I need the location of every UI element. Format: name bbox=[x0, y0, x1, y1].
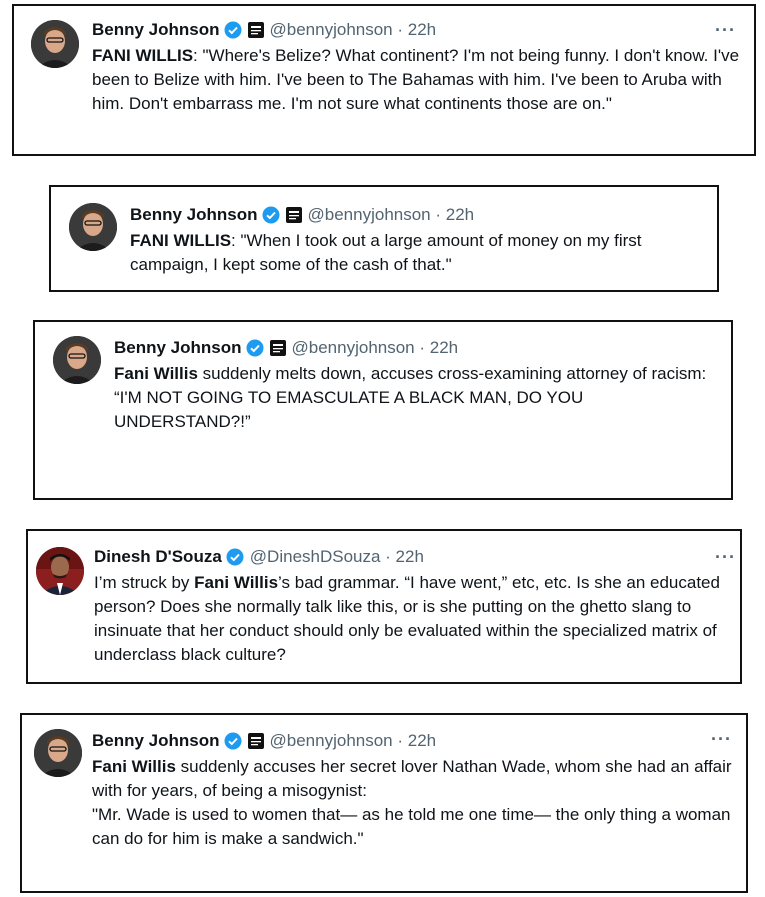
handle-and-time[interactable]: @bennyjohnson · 22h bbox=[270, 20, 437, 40]
tweet-card[interactable]: Benny Johnson @bennyjohnson · 22h Fani W… bbox=[20, 713, 748, 893]
handle-and-time[interactable]: @bennyjohnson · 22h bbox=[308, 205, 475, 225]
verified-badge-icon bbox=[226, 548, 244, 566]
more-options-button[interactable]: ··· bbox=[711, 729, 732, 750]
mention-bold: Fani Willis bbox=[114, 364, 198, 383]
tweet-header: Benny Johnson @bennyjohnson · 22h bbox=[92, 729, 740, 753]
affiliation-badge-icon bbox=[285, 207, 302, 223]
mention-bold: FANI WILLIS bbox=[92, 46, 194, 65]
mention-bold: Fani Willis bbox=[92, 757, 176, 776]
affiliation-badge-icon bbox=[247, 733, 264, 749]
verified-badge-icon bbox=[246, 339, 264, 357]
avatar[interactable] bbox=[31, 20, 79, 68]
verified-badge-icon bbox=[224, 732, 242, 750]
author-name[interactable]: Benny Johnson bbox=[114, 338, 242, 358]
tweet-text: Fani Willis suddenly accuses her secret … bbox=[92, 755, 740, 851]
tweet-header: Benny Johnson @bennyjohnson · 22h bbox=[130, 203, 710, 227]
avatar[interactable] bbox=[34, 729, 82, 777]
tweet-header: Benny Johnson @bennyjohnson · 22h bbox=[92, 18, 740, 42]
more-options-button[interactable]: ··· bbox=[715, 20, 736, 41]
handle-and-time[interactable]: @bennyjohnson · 22h bbox=[270, 731, 437, 751]
affiliation-badge-icon bbox=[247, 22, 264, 38]
tweet-text: Fani Willis suddenly melts down, accuses… bbox=[114, 362, 724, 434]
author-name[interactable]: Benny Johnson bbox=[92, 20, 220, 40]
author-name[interactable]: Dinesh D'Souza bbox=[94, 547, 222, 567]
tweet-card[interactable]: Dinesh D'Souza @DineshDSouza · 22h I’m s… bbox=[26, 529, 742, 684]
tweet-header: Dinesh D'Souza @DineshDSouza · 22h bbox=[94, 545, 734, 569]
mention-bold: FANI WILLIS bbox=[130, 231, 232, 250]
handle-and-time[interactable]: @DineshDSouza · 22h bbox=[250, 547, 424, 567]
quote-text: “I'M NOT GOING TO EMASCULATE A BLACK MAN… bbox=[114, 388, 584, 431]
more-options-button[interactable]: ··· bbox=[715, 547, 736, 568]
tweet-text: I’m struck by Fani Willis’s bad grammar.… bbox=[94, 573, 720, 664]
tweet-card[interactable]: Benny Johnson @bennyjohnson · 22h FANI W… bbox=[49, 185, 719, 292]
mention-bold: Fani Willis bbox=[194, 573, 279, 592]
tweet-text: FANI WILLIS: "When I took out a large am… bbox=[130, 231, 642, 274]
avatar[interactable] bbox=[53, 336, 101, 384]
author-name[interactable]: Benny Johnson bbox=[130, 205, 258, 225]
tweet-card[interactable]: Benny Johnson @bennyjohnson · 22h Fani W… bbox=[33, 320, 733, 500]
avatar[interactable] bbox=[69, 203, 117, 251]
tweet-text: FANI WILLIS: "Where's Belize? What conti… bbox=[92, 46, 740, 113]
tweet-header: Benny Johnson @bennyjohnson · 22h bbox=[114, 336, 724, 360]
affiliation-badge-icon bbox=[269, 340, 286, 356]
verified-badge-icon bbox=[224, 21, 242, 39]
verified-badge-icon bbox=[262, 206, 280, 224]
avatar[interactable] bbox=[36, 547, 84, 595]
tweet-card[interactable]: Benny Johnson @bennyjohnson · 22h FANI W… bbox=[12, 4, 756, 156]
handle-and-time[interactable]: @bennyjohnson · 22h bbox=[292, 338, 459, 358]
author-name[interactable]: Benny Johnson bbox=[92, 731, 220, 751]
quote-text: "Mr. Wade is used to women that— as he t… bbox=[92, 805, 731, 848]
